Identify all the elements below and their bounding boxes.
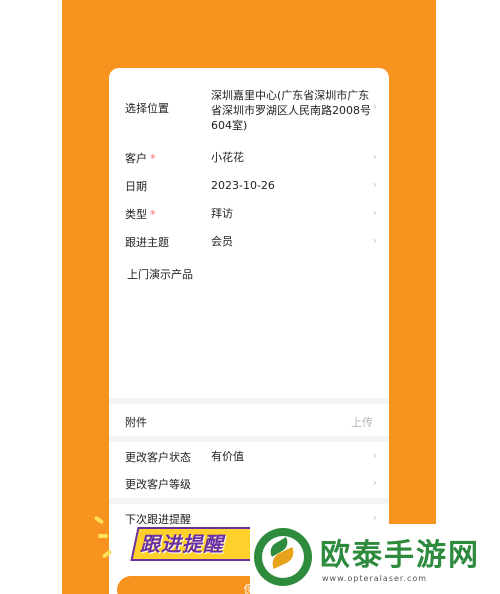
watermark-title: 欧泰手游网 <box>320 538 480 573</box>
required-mark: * <box>150 208 156 221</box>
follow-up-form: 选择位置 深圳嘉里中心(广东省深圳市广东省深圳市罗湖区人民南路2008号604室… <box>109 68 389 594</box>
watermark: 欧泰手游网 www.opteralaser.com <box>250 524 500 594</box>
type-label: 类型 * <box>125 208 156 221</box>
date-value: 2023-10-26 <box>211 179 275 192</box>
divider <box>109 398 389 404</box>
reminder-banner-text: 跟进提醒 <box>140 532 224 556</box>
note-textarea[interactable]: 上门演示产品 <box>127 266 193 282</box>
chevron-right-icon: › <box>372 206 377 219</box>
chevron-right-icon: › <box>372 511 377 524</box>
chevron-right-icon: › <box>372 234 377 247</box>
chevron-right-icon: › <box>372 100 377 113</box>
chevron-right-icon: › <box>372 178 377 191</box>
chevron-right-icon: › <box>372 449 377 462</box>
attachment-label: 附件 <box>125 416 147 429</box>
divider <box>109 436 389 442</box>
required-mark: * <box>150 152 156 165</box>
watermark-url: www.opteralaser.com <box>322 574 428 583</box>
divider <box>109 498 389 504</box>
date-label: 日期 <box>125 180 147 193</box>
status-value: 有价值 <box>211 450 244 463</box>
chevron-right-icon: › <box>372 476 377 489</box>
location-label: 选择位置 <box>125 102 169 115</box>
type-value: 拜访 <box>211 207 233 220</box>
sparkle-icon <box>98 534 108 538</box>
reminder-label: 下次跟进提醒 <box>125 513 191 526</box>
watermark-logo-icon <box>254 528 312 586</box>
customer-value: 小花花 <box>211 151 244 164</box>
status-label: 更改客户状态 <box>125 451 191 464</box>
customer-label: 客户 * <box>125 152 156 165</box>
topic-value: 会员 <box>211 235 233 248</box>
level-label: 更改客户等级 <box>125 478 191 491</box>
chevron-right-icon: › <box>372 150 377 163</box>
location-value: 深圳嘉里中心(广东省深圳市广东省深圳市罗湖区人民南路2008号604室) <box>211 89 371 132</box>
topic-label: 跟进主题 <box>125 236 169 249</box>
upload-link[interactable]: 上传 <box>351 414 373 430</box>
